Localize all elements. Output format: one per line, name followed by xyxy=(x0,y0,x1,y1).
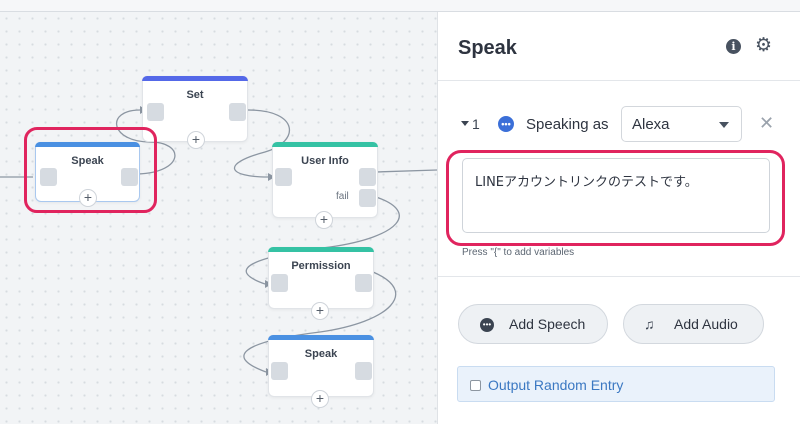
output-random-toggle[interactable]: Output Random Entry xyxy=(457,366,775,402)
speak-node-secondary[interactable]: Speak + xyxy=(268,335,374,408)
output-port[interactable] xyxy=(355,362,372,380)
top-strip xyxy=(0,0,800,12)
output-port[interactable] xyxy=(359,168,376,186)
node-title: Speak xyxy=(71,155,104,167)
flow-canvas[interactable]: Set + Speak + User Info fail + Permissio… xyxy=(0,12,437,424)
speech-bubble-icon: ••• xyxy=(480,318,494,332)
add-audio-button[interactable]: ♫ Add Audio xyxy=(623,304,764,344)
node-accent-bar xyxy=(272,142,378,147)
variables-hint: Press "{" to add variables xyxy=(462,247,575,258)
speech-bubble-icon: ••• xyxy=(498,116,514,132)
add-speech-button[interactable]: ••• Add Speech xyxy=(458,304,608,344)
node-accent-bar xyxy=(35,142,140,147)
add-step-button[interactable]: + xyxy=(79,189,97,207)
user-info-node[interactable]: User Info fail + xyxy=(272,142,378,229)
output-port[interactable] xyxy=(355,274,372,292)
set-node[interactable]: Set + xyxy=(142,76,248,149)
add-step-button[interactable]: + xyxy=(187,131,205,149)
music-note-icon: ♫ xyxy=(644,316,655,332)
panel-title: Speak xyxy=(458,37,517,59)
speak-node[interactable]: Speak + xyxy=(35,142,140,207)
add-step-button[interactable]: + xyxy=(315,211,333,229)
output-random-checkbox[interactable] xyxy=(470,380,481,391)
input-port[interactable] xyxy=(40,168,57,186)
voice-select[interactable]: Alexa xyxy=(621,106,742,142)
gear-icon[interactable]: ⚙ xyxy=(755,36,772,56)
permission-node[interactable]: Permission + xyxy=(268,247,374,320)
info-icon[interactable]: i xyxy=(726,39,741,54)
close-icon[interactable]: ✕ xyxy=(759,113,774,133)
input-port[interactable] xyxy=(275,168,292,186)
node-title: Set xyxy=(186,89,204,101)
node-title: User Info xyxy=(301,155,349,167)
add-speech-label: Add Speech xyxy=(509,316,586,332)
speak-editor-panel: Speak i ⚙ 1 ••• Speaking as Alexa ✕ LINE… xyxy=(437,12,800,424)
step-number: 1 xyxy=(472,116,480,132)
section-divider xyxy=(438,276,800,277)
node-title: Speak xyxy=(304,348,338,360)
node-accent-bar xyxy=(268,247,374,252)
collapse-caret-icon[interactable] xyxy=(461,121,469,126)
node-accent-bar xyxy=(268,335,374,340)
input-port[interactable] xyxy=(271,274,288,292)
fail-port[interactable] xyxy=(359,189,376,207)
chevron-down-icon xyxy=(719,122,729,128)
add-audio-label: Add Audio xyxy=(674,316,738,332)
output-random-label: Output Random Entry xyxy=(488,377,624,393)
input-port[interactable] xyxy=(147,103,164,121)
voice-select-value: Alexa xyxy=(632,116,670,133)
output-port[interactable] xyxy=(121,168,138,186)
speech-textarea[interactable]: LINEアカウントリンクのテストです。 xyxy=(462,158,770,233)
node-title: Permission xyxy=(291,260,351,272)
add-step-button[interactable]: + xyxy=(311,302,329,320)
input-port[interactable] xyxy=(271,362,288,380)
node-accent-bar xyxy=(142,76,248,81)
speaking-as-label: Speaking as xyxy=(526,116,609,133)
header-divider xyxy=(438,80,800,81)
output-port[interactable] xyxy=(229,103,246,121)
fail-label: fail xyxy=(336,191,349,202)
add-step-button[interactable]: + xyxy=(311,390,329,408)
